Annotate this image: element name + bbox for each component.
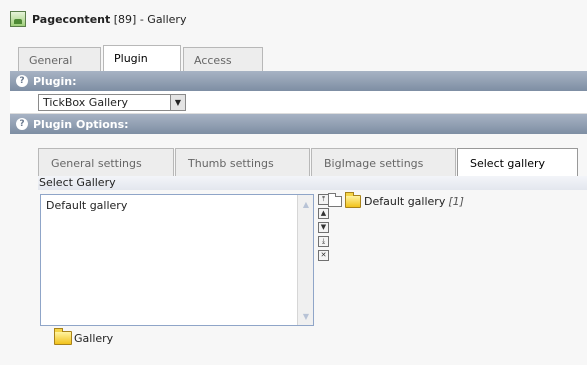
gallery-tree-item[interactable]: Default gallery [1] [328, 192, 464, 208]
tab-select-gallery[interactable]: Select gallery [457, 148, 578, 176]
chevron-down-icon[interactable]: ▼ [170, 95, 185, 110]
move-down-icon[interactable]: ▼ [318, 222, 329, 233]
gallery-listbox[interactable]: Default gallery ▲ ▼ [40, 194, 314, 326]
folder-icon [54, 328, 72, 345]
plugin-section-header: ? Plugin: [10, 71, 587, 91]
gallery-link-label: Gallery [74, 331, 114, 345]
gallery-count: [1] [448, 195, 464, 208]
help-icon[interactable]: ? [16, 75, 28, 87]
page-title: Pagecontent [89] - Gallery [32, 12, 187, 26]
gallery-link[interactable]: Gallery [54, 328, 114, 345]
tab-access[interactable]: Access [183, 47, 263, 71]
tab-bigimage-settings[interactable]: BigImage settings [311, 148, 456, 176]
main-tabs: General Plugin Access [18, 45, 265, 71]
gallery-tree-label: Default gallery [364, 195, 446, 208]
plugin-options-panel: General settings Thumb settings BigImage… [10, 134, 587, 365]
scroll-up-icon[interactable]: ▲ [299, 197, 313, 211]
page-header: Pagecontent [89] - Gallery [10, 8, 186, 30]
move-up-icon[interactable]: ▲ [318, 208, 329, 219]
scroll-down-icon[interactable]: ▼ [299, 309, 313, 323]
tab-plugin[interactable]: Plugin [103, 45, 181, 71]
plugin-options-label: Plugin Options: [33, 117, 129, 131]
tab-general[interactable]: General [18, 47, 101, 71]
tab-thumb-settings[interactable]: Thumb settings [175, 148, 310, 176]
plugin-select[interactable]: TickBox Gallery ▼ [38, 94, 186, 111]
select-gallery-label: Select Gallery [38, 176, 587, 190]
tab-general-settings[interactable]: General settings [38, 148, 174, 176]
remove-icon[interactable]: ✕ [318, 250, 329, 261]
plugin-section-label: Plugin: [33, 74, 77, 88]
options-tabs: General settings Thumb settings BigImage… [38, 148, 579, 176]
list-item[interactable]: Default gallery [46, 199, 127, 212]
folder-icon [328, 193, 342, 207]
move-bottom-icon[interactable]: ⤓ [318, 236, 329, 247]
plugin-options-section-header: ? Plugin Options: [10, 114, 587, 134]
plugin-row: TickBox Gallery ▼ [10, 91, 587, 114]
folder-icon [345, 192, 361, 208]
listbox-scrollbar[interactable]: ▲ ▼ [297, 195, 313, 325]
plugin-select-value: TickBox Gallery [43, 96, 128, 109]
page-icon [10, 11, 26, 27]
help-icon[interactable]: ? [16, 118, 28, 130]
